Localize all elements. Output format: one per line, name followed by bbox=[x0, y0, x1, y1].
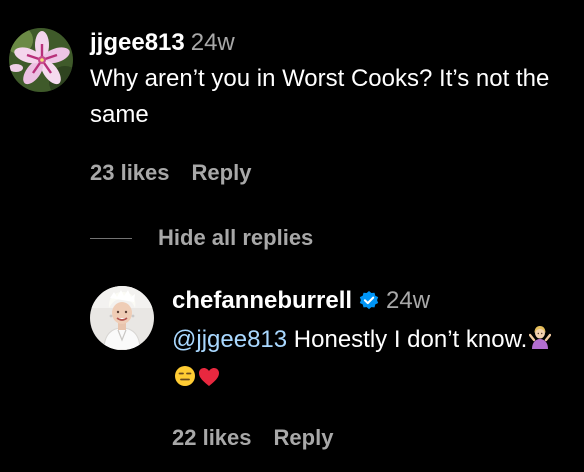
red-heart-emoji-icon bbox=[198, 362, 220, 398]
woman-shrugging-emoji-icon bbox=[529, 324, 552, 360]
reply-button[interactable]: Reply bbox=[192, 160, 252, 185]
pink-flower-avatar-icon bbox=[9, 28, 73, 92]
comment-username[interactable]: jjgee813 bbox=[90, 29, 185, 56]
reply-text: @jjgee813 Honestly I don’t know. bbox=[172, 322, 572, 398]
reply-age: 24w bbox=[386, 287, 431, 314]
comment-item: jjgee813 24w Why aren’t you in Worst Cook… bbox=[9, 28, 560, 187]
likes-count[interactable]: 22 likes bbox=[172, 425, 252, 450]
reply-item: chefanneburrell 24w @jjgee813 Honestly I… bbox=[90, 286, 572, 452]
comment-text: Why aren’t you in Worst Cooks? It’s not … bbox=[90, 65, 550, 128]
avatar[interactable] bbox=[90, 286, 154, 350]
likes-count[interactable]: 23 likes bbox=[90, 160, 170, 185]
reply-username[interactable]: chefanneburrell bbox=[172, 287, 352, 314]
hide-replies-label: Hide all replies bbox=[158, 225, 314, 250]
reply-text-body: Honestly I don’t know. bbox=[287, 326, 528, 353]
chef-portrait-avatar-icon bbox=[90, 286, 154, 350]
expressionless-face-emoji-icon bbox=[174, 362, 196, 398]
avatar[interactable] bbox=[9, 28, 73, 92]
comment-age: 24w bbox=[190, 29, 235, 56]
replies-divider-line bbox=[90, 237, 132, 239]
reply-button[interactable]: Reply bbox=[274, 425, 334, 450]
hide-replies-toggle[interactable]: Hide all replies bbox=[90, 224, 313, 252]
mention-link[interactable]: @jjgee813 bbox=[172, 326, 287, 353]
verified-badge-icon bbox=[358, 289, 380, 319]
